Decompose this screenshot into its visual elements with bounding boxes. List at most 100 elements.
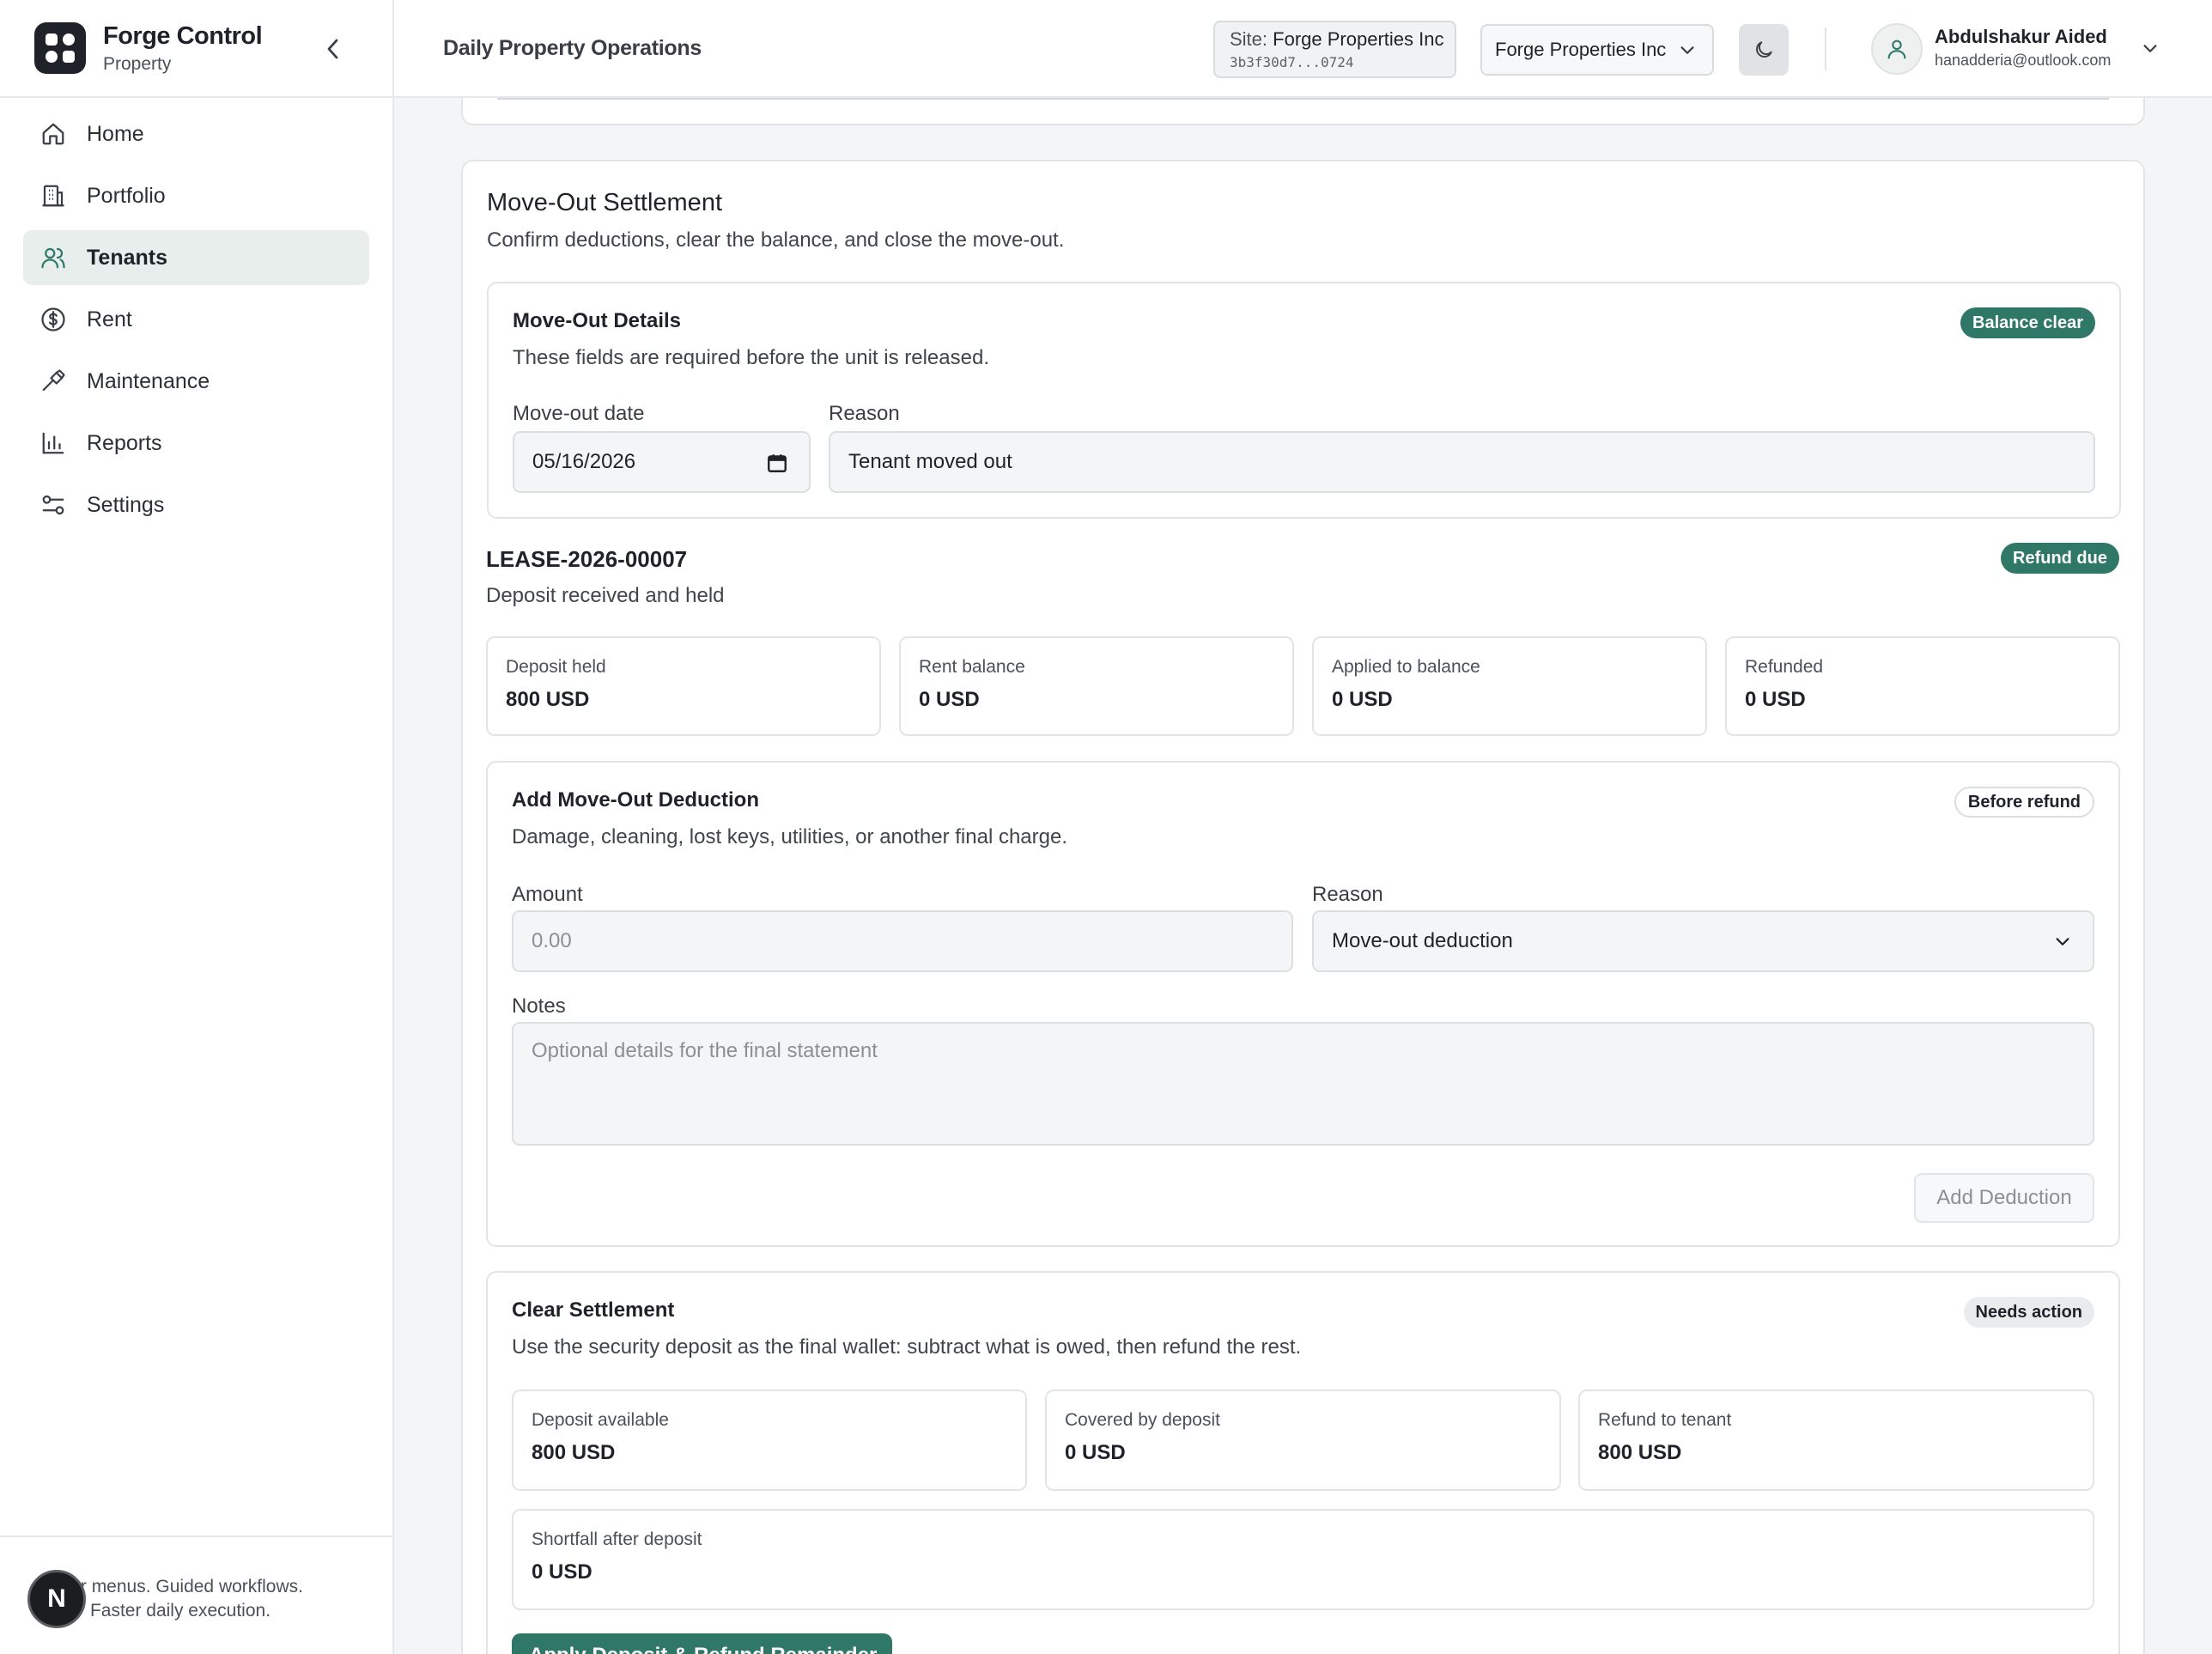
sidebar-item-label: Rent [87, 307, 132, 331]
move-out-date-value: 05/16/2026 [532, 450, 636, 473]
company-select-value: Forge Properties Inc [1495, 39, 1667, 60]
add-deduction-button[interactable]: Add Deduction [1914, 1173, 2094, 1223]
sidebar-footer: wer menus. Guided workflows. Faster dail… [0, 1535, 392, 1654]
shortfall-stat: Shortfall after deposit 0 USD [512, 1509, 2094, 1610]
panel-title: Clear Settlement [512, 1298, 675, 1322]
previous-card [461, 98, 2145, 125]
header-divider [1825, 27, 1826, 70]
stat-value: 0 USD [919, 688, 980, 711]
amount-label: Amount [512, 883, 583, 906]
stat-value: 0 USD [532, 1560, 592, 1584]
move-out-details-panel: Move-Out Details These fields are requir… [487, 282, 2121, 519]
rent-balance-stat: Rent balance 0 USD [899, 636, 1294, 736]
stat-value: 800 USD [1598, 1441, 1682, 1464]
clear-settlement-panel: Clear Settlement Use the security deposi… [486, 1271, 2120, 1654]
avatar[interactable] [1871, 23, 1923, 75]
panel-title: Add Move-Out Deduction [512, 788, 759, 812]
apply-deposit-refund-button[interactable]: Apply Deposit & Refund Remainder [512, 1633, 892, 1654]
chevron-down-icon[interactable] [2141, 40, 2160, 58]
user-icon [1887, 40, 1906, 59]
refunded-stat: Refunded 0 USD [1725, 636, 2120, 736]
deposit-held-stat: Deposit held 800 USD [486, 636, 881, 736]
bar-chart-icon [39, 429, 68, 458]
deduction-reason-value: Move-out deduction [1332, 929, 1513, 952]
status-badge: Balance clear [1960, 307, 2095, 338]
chevron-left-icon [327, 39, 338, 59]
sidebar-item-rent[interactable]: Rent [23, 292, 369, 347]
sliders-icon [39, 490, 68, 520]
sidebar-item-maintenance[interactable]: Maintenance [23, 354, 369, 409]
move-out-date-input[interactable]: 05/16/2026 [513, 431, 811, 493]
stat-value: 800 USD [532, 1441, 616, 1464]
panel-subtitle: These fields are required before the uni… [513, 346, 989, 369]
site-name: Forge Properties Inc [1273, 28, 1444, 50]
stat-value: 0 USD [1332, 688, 1393, 711]
sidebar-item-settings[interactable]: Settings [23, 477, 369, 532]
sidebar-item-portfolio[interactable]: Portfolio [23, 168, 369, 223]
theme-toggle-button[interactable] [1739, 24, 1789, 76]
covered-by-deposit-stat: Covered by deposit 0 USD [1045, 1389, 1561, 1491]
site-id: 3b3f30d7...0724 [1230, 54, 1354, 70]
amount-input[interactable]: 0.00 [512, 910, 1293, 972]
lease-id: LEASE-2026-00007 [486, 546, 688, 572]
move-out-date-label: Move-out date [513, 402, 645, 425]
hammer-icon [39, 367, 68, 396]
stat-label: Deposit available [532, 1410, 669, 1430]
brand-title: Forge Control [103, 21, 263, 50]
app-logo-icon [34, 22, 86, 74]
sidebar-nav: Home Portfolio Tenants Rent Maintenance [0, 98, 392, 541]
site-indicator: Site: Forge Properties Inc 3b3f30d7...07… [1213, 21, 1456, 78]
sidebar-item-home[interactable]: Home [23, 106, 369, 161]
sidebar-item-label: Reports [87, 430, 162, 455]
stat-value: 0 USD [1745, 688, 1806, 711]
page-title: Daily Property Operations [443, 36, 702, 60]
sidebar-item-label: Maintenance [87, 368, 210, 393]
sidebar: Forge Control Property Home Portfolio Te… [0, 0, 394, 1654]
site-label: Site: [1230, 28, 1268, 50]
status-badge: Needs action [1963, 1297, 2094, 1328]
stat-label: Shortfall after deposit [532, 1529, 702, 1549]
top-header: Daily Property Operations Site: Forge Pr… [394, 0, 2212, 98]
card-subtitle: Confirm deductions, clear the balance, a… [487, 228, 1065, 252]
panel-subtitle: Damage, cleaning, lost keys, utilities, … [512, 825, 1068, 848]
notes-label: Notes [512, 994, 566, 1018]
move-out-reason-value: Tenant moved out [848, 450, 1012, 473]
sidebar-item-label: Home [87, 121, 144, 146]
brand-subtitle: Property [103, 53, 172, 74]
calendar-icon [768, 454, 787, 472]
company-select[interactable]: Forge Properties Inc [1480, 24, 1714, 76]
dollar-icon [39, 305, 68, 334]
deduction-reason-select[interactable]: Move-out deduction [1312, 910, 2094, 972]
notes-textarea[interactable]: Optional details for the final statement [512, 1022, 2094, 1146]
building-icon [39, 181, 68, 210]
users-icon [39, 243, 68, 272]
user-email: hanadderia@outlook.com [1935, 52, 2112, 69]
assistant-launcher-button[interactable]: N [27, 1570, 86, 1628]
sidebar-item-label: Portfolio [87, 183, 166, 208]
stat-label: Refunded [1745, 657, 1824, 677]
move-out-reason-input[interactable]: Tenant moved out [829, 431, 2095, 493]
stat-value: 0 USD [1065, 1441, 1126, 1464]
stat-value: 800 USD [506, 688, 590, 711]
chevron-down-icon [2056, 938, 2069, 946]
deposit-available-stat: Deposit available 800 USD [512, 1389, 1027, 1491]
home-icon [39, 119, 68, 149]
stat-label: Covered by deposit [1065, 1410, 1220, 1430]
collapse-sidebar-button[interactable] [320, 33, 344, 65]
stat-label: Deposit held [506, 657, 606, 677]
applied-to-balance-stat: Applied to balance 0 USD [1312, 636, 1707, 736]
refund-status-badge: Refund due [2001, 543, 2119, 574]
status-badge: Before refund [1954, 787, 2094, 818]
panel-title: Move-Out Details [513, 309, 682, 332]
chevron-down-icon [1680, 46, 1694, 54]
sidebar-item-reports[interactable]: Reports [23, 416, 369, 471]
add-deduction-panel: Add Move-Out Deduction Damage, cleaning,… [486, 761, 2120, 1247]
sidebar-item-label: Tenants [87, 245, 167, 270]
sidebar-item-label: Settings [87, 492, 165, 517]
reason-label: Reason [829, 402, 900, 425]
lease-subtitle: Deposit received and held [486, 584, 725, 607]
card-title: Move-Out Settlement [487, 189, 722, 216]
user-name[interactable]: Abdulshakur Aided [1935, 26, 2107, 48]
sidebar-item-tenants[interactable]: Tenants [23, 230, 369, 285]
brand: Forge Control Property [0, 0, 392, 98]
